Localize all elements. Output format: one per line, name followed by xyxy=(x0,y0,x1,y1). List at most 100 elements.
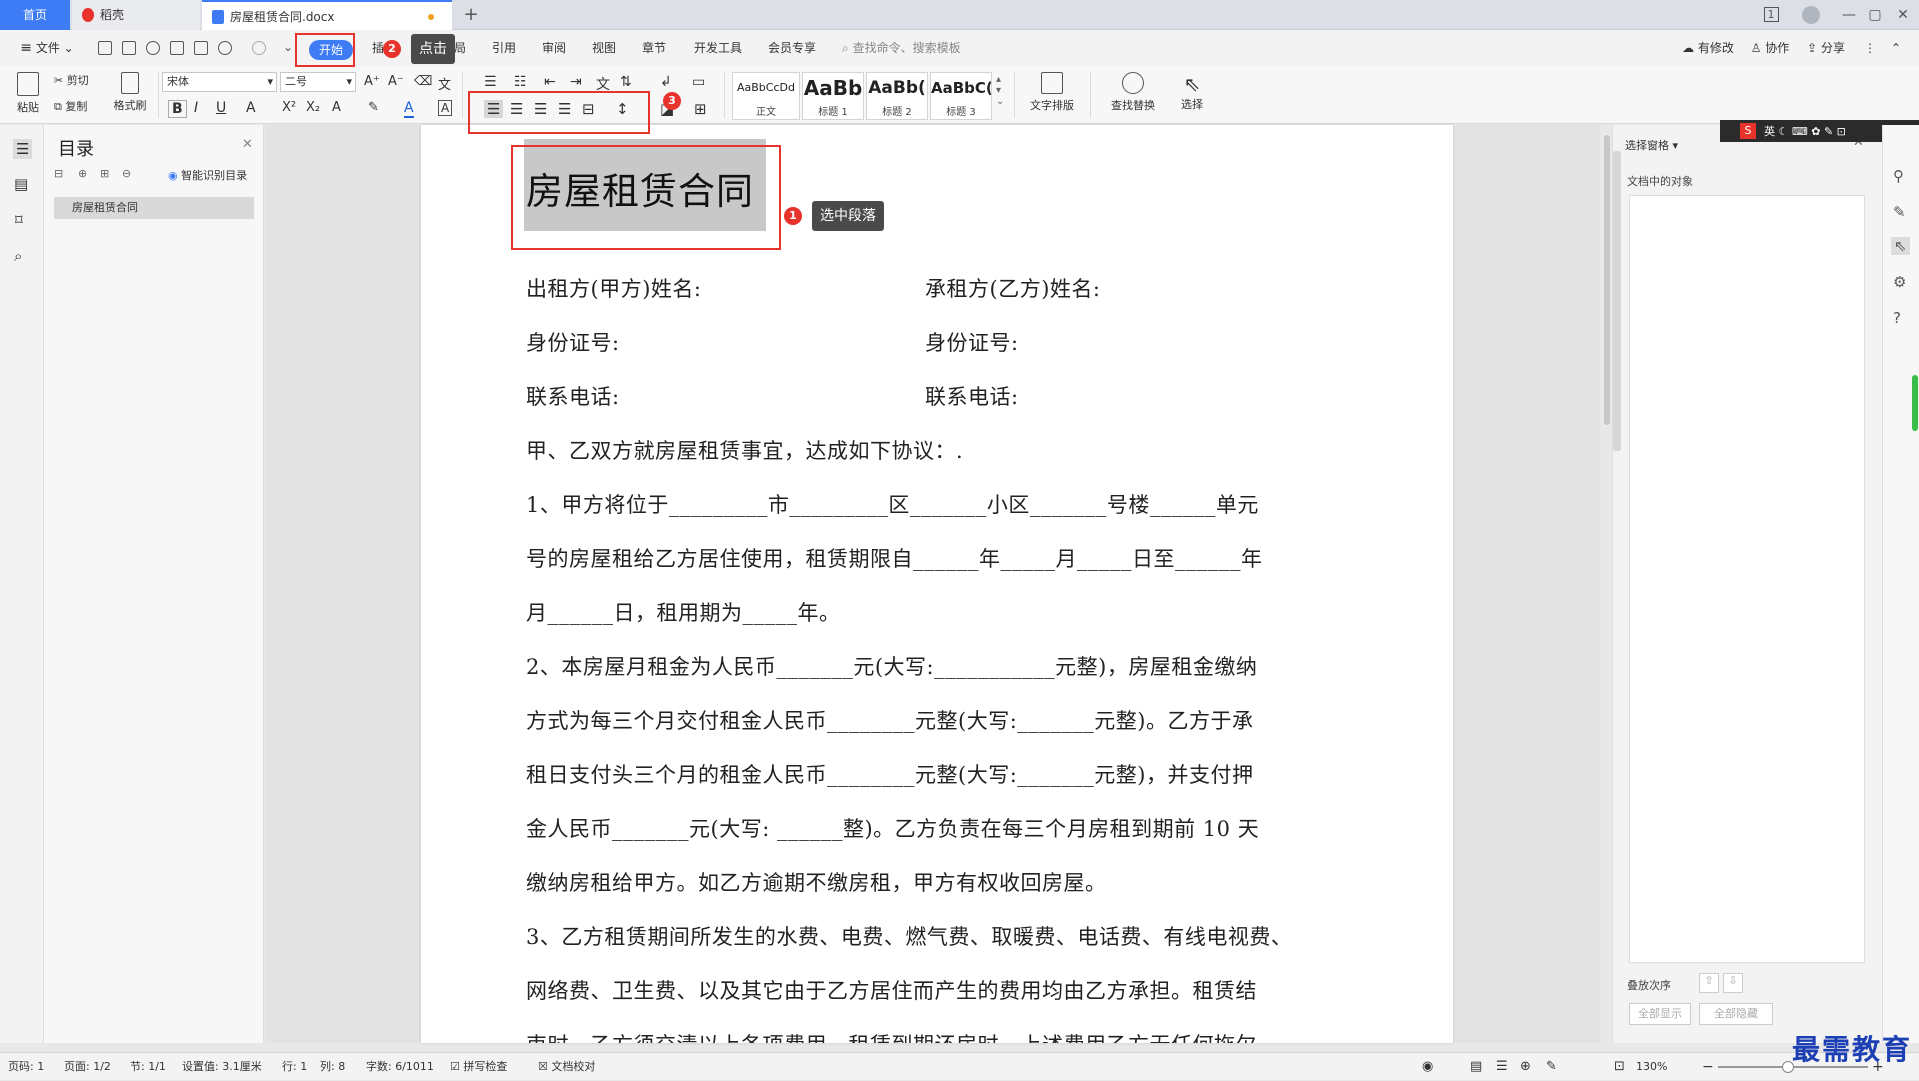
objects-list[interactable] xyxy=(1629,195,1865,963)
show-all-button[interactable]: 全部显示 xyxy=(1629,1003,1691,1025)
text-layout-button[interactable]: 文字排版 xyxy=(1022,72,1082,113)
doc-line[interactable]: 缴纳房租给甲方。如乙方逾期不缴房租，甲方有权收回房屋。 xyxy=(526,867,1107,897)
doc-line[interactable]: 号的房屋租给乙方居住使用，租赁期限自______年_____月_____日至__… xyxy=(526,543,1263,573)
cursor-select-icon[interactable]: ⇖ xyxy=(1891,237,1910,255)
bookmark-icon[interactable]: ⌑ xyxy=(15,211,23,229)
add-icon[interactable]: ⊞ xyxy=(100,167,109,180)
redo-icon[interactable] xyxy=(252,41,266,55)
collaborate-button[interactable]: ♙ 协作 xyxy=(1744,30,1796,66)
bring-forward-icon[interactable]: ⇧ xyxy=(1699,973,1719,993)
ruler-icon[interactable]: ▭ xyxy=(692,74,705,90)
settings-sliders-icon[interactable]: ⚙ xyxy=(1893,273,1906,291)
word-count[interactable]: 字数: 6/1011 xyxy=(366,1053,434,1081)
tab-review[interactable]: 审阅 xyxy=(534,30,574,66)
tab-daoke[interactable]: 稻壳 xyxy=(72,0,200,30)
command-search[interactable]: ⌕ 查找命令、搜索模板 xyxy=(842,30,982,66)
send-backward-icon[interactable]: ⇩ xyxy=(1723,973,1743,993)
smart-toc-button[interactable]: ◉ 智能识别目录 xyxy=(168,167,247,183)
pane-scrollbar[interactable] xyxy=(1613,151,1621,451)
toc-icon[interactable]: ☰ xyxy=(13,139,33,159)
chapter-nav-icon[interactable]: ▤ xyxy=(14,175,28,193)
document-scrollbar[interactable] xyxy=(1604,135,1610,425)
tab-home[interactable]: 首页 xyxy=(0,0,70,30)
doc-line[interactable]: 2、本房屋月租金为人民币_______元(大写:___________元整)，房… xyxy=(526,651,1257,681)
toc-item[interactable]: 房屋租赁合同 xyxy=(54,197,254,219)
subscript-icon[interactable]: X₂ xyxy=(306,100,320,115)
outline-view-icon[interactable]: ☰ xyxy=(1496,1053,1508,1081)
tab-document[interactable]: 房屋租赁合同.docx xyxy=(202,0,452,30)
superscript-icon[interactable]: X² xyxy=(282,100,296,115)
doc-line[interactable]: 金人民币_______元(大写: ______整)。乙方负责在每三个月房租到期前… xyxy=(526,813,1259,843)
collapse-ribbon-icon[interactable]: ⌃ xyxy=(1886,30,1906,66)
borders-icon[interactable]: ⊞ xyxy=(694,100,707,118)
help-icon[interactable]: ? xyxy=(1893,309,1901,327)
doc-line[interactable]: 承租方(乙方)姓名: xyxy=(925,273,1100,303)
hide-all-button[interactable]: 全部隐藏 xyxy=(1699,1003,1773,1025)
close-icon[interactable]: ✕ xyxy=(242,137,253,152)
font-color-icon[interactable]: A xyxy=(404,100,414,118)
file-menu[interactable]: ≡ 文件 ⌄ xyxy=(12,30,82,66)
search-icon[interactable]: ⌕ xyxy=(14,247,22,265)
remove-icon[interactable]: ⊖ xyxy=(122,167,131,180)
char-border-icon[interactable]: A xyxy=(438,100,453,116)
tab-view[interactable]: 视图 xyxy=(584,30,624,66)
doc-line[interactable]: 束时，乙方须交清以上各项费用。租赁到期还房时，上述费用乙方无任何拖欠 xyxy=(526,1029,1257,1043)
changes-button[interactable]: ☁ 有修改 xyxy=(1678,30,1738,66)
tab-chapter[interactable]: 章节 xyxy=(634,30,674,66)
doc-line[interactable]: 月______日，租用期为_____年。 xyxy=(526,597,841,627)
style-heading3[interactable]: AaBbC( 标题 3 xyxy=(930,72,992,120)
doc-line[interactable]: 联系电话: xyxy=(526,381,620,411)
more-menu-icon[interactable]: ⋮ xyxy=(1862,30,1878,66)
style-heading1[interactable]: AaBb 标题 1 xyxy=(802,72,864,120)
bold-icon[interactable]: B xyxy=(168,100,187,118)
clear-format-icon[interactable]: ⌫ xyxy=(414,74,432,89)
new-tab-button[interactable]: + xyxy=(458,0,484,30)
find-replace-button[interactable]: 查找替换 xyxy=(1100,72,1166,113)
maximize-button[interactable]: ▢ xyxy=(1862,0,1888,30)
decrease-indent-icon[interactable]: ⇤ xyxy=(544,74,556,90)
sort-icon[interactable]: ⇅ xyxy=(620,74,632,90)
font-name-select[interactable]: 宋体 ▾ xyxy=(162,72,277,92)
pen-icon[interactable]: ✎ xyxy=(1893,203,1906,221)
expand-icon[interactable]: ⊕ xyxy=(78,167,87,180)
font-size-select[interactable]: 二号 ▾ xyxy=(280,72,356,92)
doc-line[interactable]: 3、乙方租赁期间所发生的水费、电费、燃气费、取暖费、电话费、有线电视费、 xyxy=(526,921,1292,951)
doc-line[interactable]: 网络费、卫生费、以及其它由于乙方居住而产生的费用均由乙方承担。租赁结 xyxy=(526,975,1257,1005)
numbered-list-icon[interactable]: ☷ xyxy=(514,74,527,90)
proofread-button[interactable]: ☒ 文档校对 xyxy=(538,1053,595,1081)
window-count-button[interactable]: 1 xyxy=(1756,0,1786,30)
doc-line[interactable]: 方式为每三个月交付租金人民币________元整(大写:_______元整)。乙… xyxy=(526,705,1253,735)
tab-references[interactable]: 引用 xyxy=(484,30,524,66)
style-heading2[interactable]: AaBb( 标题 2 xyxy=(866,72,928,120)
undo-icon[interactable] xyxy=(218,41,232,55)
avatar[interactable] xyxy=(1796,0,1826,30)
share-button[interactable]: ⇪ 分享 xyxy=(1800,30,1852,66)
write-view-icon[interactable]: ✎ xyxy=(1546,1053,1557,1081)
page-count[interactable]: 页面: 1/2 xyxy=(64,1053,111,1081)
text-effect-icon[interactable]: A xyxy=(332,100,341,115)
pinyin-icon[interactable]: 文 xyxy=(438,74,451,93)
increase-indent-icon[interactable]: ⇥ xyxy=(570,74,582,90)
styles-more-icon[interactable]: ▴ ▾ ⌄ xyxy=(996,74,1004,107)
doc-line[interactable]: 出租方(甲方)姓名: xyxy=(526,273,701,303)
print-icon[interactable] xyxy=(170,41,184,55)
doc-line[interactable]: 身份证号: xyxy=(925,327,1019,357)
show-marks-icon[interactable]: ↲ xyxy=(660,74,672,90)
tab-developer[interactable]: 开发工具 xyxy=(688,30,748,66)
export-pdf-icon[interactable] xyxy=(146,41,160,55)
zoom-out-icon[interactable]: − xyxy=(1702,1053,1714,1081)
doc-line[interactable]: 联系电话: xyxy=(925,381,1019,411)
shrink-font-icon[interactable]: A⁻ xyxy=(388,74,404,89)
cut-button[interactable]: ✂ 剪切 xyxy=(54,72,106,88)
zoom-level[interactable]: 130% xyxy=(1636,1053,1667,1081)
collapse-all-icon[interactable]: ⊟ xyxy=(54,167,63,180)
minimize-button[interactable]: — xyxy=(1836,0,1862,30)
page-view-icon[interactable]: ▤ xyxy=(1470,1053,1482,1081)
doc-line[interactable]: 租日支付头三个月的租金人民币________元整(大写:_______元整)，并… xyxy=(526,759,1253,789)
doc-line[interactable]: 甲、乙双方就房屋租赁事宜，达成如下协议：. xyxy=(526,435,963,465)
save-icon[interactable] xyxy=(122,41,136,55)
tab-member[interactable]: 会员专享 xyxy=(762,30,822,66)
bullet-list-icon[interactable]: ☰ xyxy=(484,74,497,90)
spell-check-button[interactable]: ☑ 拼写检查 xyxy=(450,1053,507,1081)
print-preview-icon[interactable] xyxy=(194,41,208,55)
